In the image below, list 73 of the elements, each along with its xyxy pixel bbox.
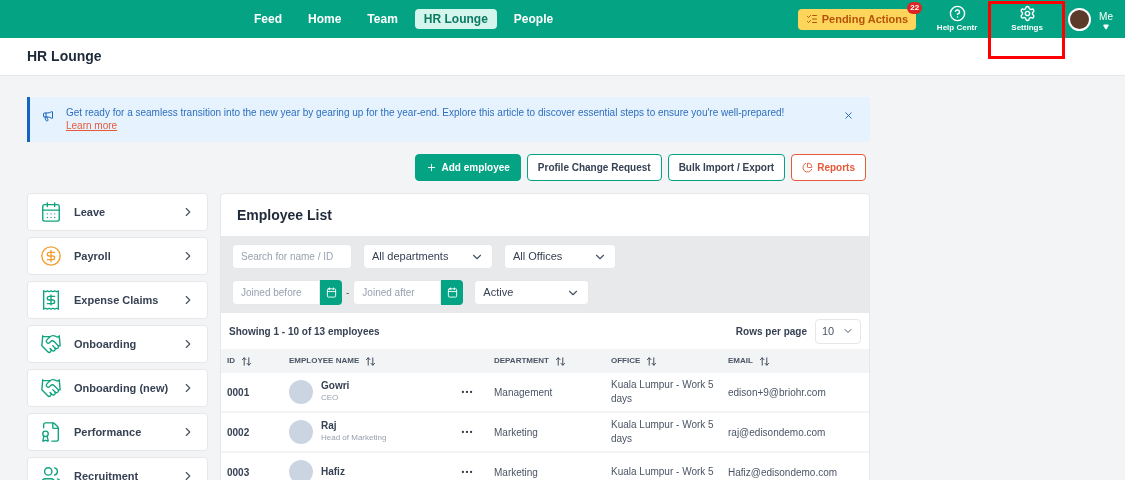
table-cell-text: Hafiz@edisondemo.com bbox=[728, 465, 838, 480]
nav-tab[interactable]: HR Lounge bbox=[414, 9, 497, 29]
sidebar-item[interactable]: Performance bbox=[27, 413, 208, 451]
plus-icon bbox=[426, 162, 438, 173]
avatar[interactable] bbox=[1068, 7, 1092, 31]
table-cell-text: Marketing bbox=[494, 465, 538, 480]
sort-icon[interactable] bbox=[758, 355, 770, 367]
rows-per-page-label: Rows per page bbox=[735, 324, 807, 339]
column-header: ID bbox=[227, 355, 235, 367]
table-cell-text: raj@edisondemo.com bbox=[728, 425, 826, 440]
sort-icon[interactable] bbox=[241, 355, 252, 367]
dropdown[interactable]: All departments bbox=[363, 244, 493, 269]
settings-icon bbox=[1018, 4, 1036, 22]
calendar-icon bbox=[446, 287, 458, 298]
calendar-button[interactable] bbox=[320, 280, 342, 305]
sidebar-item[interactable]: Recruitment bbox=[27, 457, 208, 480]
sidebar-item[interactable]: Expense Claims bbox=[27, 281, 208, 319]
checklist-icon bbox=[805, 13, 818, 25]
action-button[interactable]: Bulk Import / Export bbox=[667, 154, 786, 181]
sort-icon[interactable] bbox=[365, 355, 377, 367]
employee-name[interactable]: Gowri bbox=[321, 380, 452, 392]
sidebar-item[interactable]: Leave bbox=[27, 193, 208, 231]
handshake-icon bbox=[40, 377, 62, 399]
avatar bbox=[289, 420, 313, 444]
sort-icon[interactable] bbox=[646, 355, 658, 367]
reports-button[interactable]: Reports bbox=[791, 154, 866, 181]
banner-text: Get ready for a seamless transition into the new year by gearing up for the year-end. Explore this article to discover essential steps to ensure you're well-prepared! bbox=[66, 106, 786, 119]
employee-name[interactable]: Hafiz bbox=[321, 466, 452, 478]
range-separator: - bbox=[346, 286, 350, 300]
dropdown[interactable]: All Offices bbox=[504, 244, 616, 269]
table-cell-text: Management bbox=[494, 385, 553, 400]
column-header: DEPARTMENT bbox=[494, 355, 549, 367]
table-cell: Kuala Lumpur - Work 5 bbox=[611, 465, 714, 479]
search-field[interactable]: Search for name / ID bbox=[232, 244, 352, 269]
megaphone-icon bbox=[42, 110, 54, 122]
caret-icon bbox=[1103, 23, 1110, 30]
help-icon bbox=[948, 4, 966, 22]
table-cell-text: 0002 bbox=[227, 425, 250, 440]
sidebar-item[interactable]: Onboarding bbox=[27, 325, 208, 363]
receipt-icon bbox=[40, 289, 62, 311]
column-header: EMAIL bbox=[728, 355, 753, 367]
avatar bbox=[289, 460, 313, 480]
sidebar-item[interactable]: Payroll bbox=[27, 237, 208, 275]
dollar-coin-icon bbox=[40, 245, 62, 267]
table-cell-text: edison+9@briohr.com bbox=[728, 385, 826, 400]
showing-count: Showing 1 - 10 of 13 employees bbox=[229, 324, 380, 339]
table-cell-text: Marketing bbox=[494, 425, 538, 440]
close-icon[interactable] bbox=[843, 110, 854, 121]
sort-icon[interactable] bbox=[554, 355, 566, 367]
page-title: HR Lounge bbox=[27, 47, 102, 66]
pie-chart-icon bbox=[802, 162, 814, 173]
column-header: OFFICE bbox=[611, 355, 641, 367]
rows-per-page-dropdown[interactable]: 10 bbox=[815, 318, 861, 344]
table-cell-text: 0001 bbox=[227, 385, 250, 400]
table-cell-text: Kuala Lumpur - Work 5 days bbox=[611, 378, 715, 406]
card-title: Employee List bbox=[237, 205, 332, 225]
calendar-icon bbox=[40, 201, 62, 223]
employee-role: Head of Marketing bbox=[321, 432, 388, 444]
column-header: EMPLOYEE NAME bbox=[289, 355, 360, 367]
handshake-icon bbox=[40, 333, 62, 355]
date-field[interactable]: Joined after bbox=[353, 280, 442, 305]
table-cell-text: Kuala Lumpur - Work 5 days bbox=[611, 418, 715, 446]
avatar bbox=[289, 380, 313, 404]
date-field[interactable]: Joined before bbox=[232, 280, 320, 305]
calendar-icon bbox=[325, 287, 337, 298]
sidebar-item[interactable]: Onboarding (new) bbox=[27, 369, 208, 407]
employee-role: CEO bbox=[321, 392, 340, 404]
document-badge-icon bbox=[40, 421, 62, 443]
employee-name[interactable]: Raj bbox=[321, 420, 452, 432]
action-button[interactable]: Profile Change Request bbox=[526, 154, 662, 181]
calendar-button[interactable] bbox=[441, 280, 464, 305]
table-cell-text: 0003 bbox=[227, 465, 250, 480]
dropdown[interactable]: Active bbox=[474, 280, 590, 305]
